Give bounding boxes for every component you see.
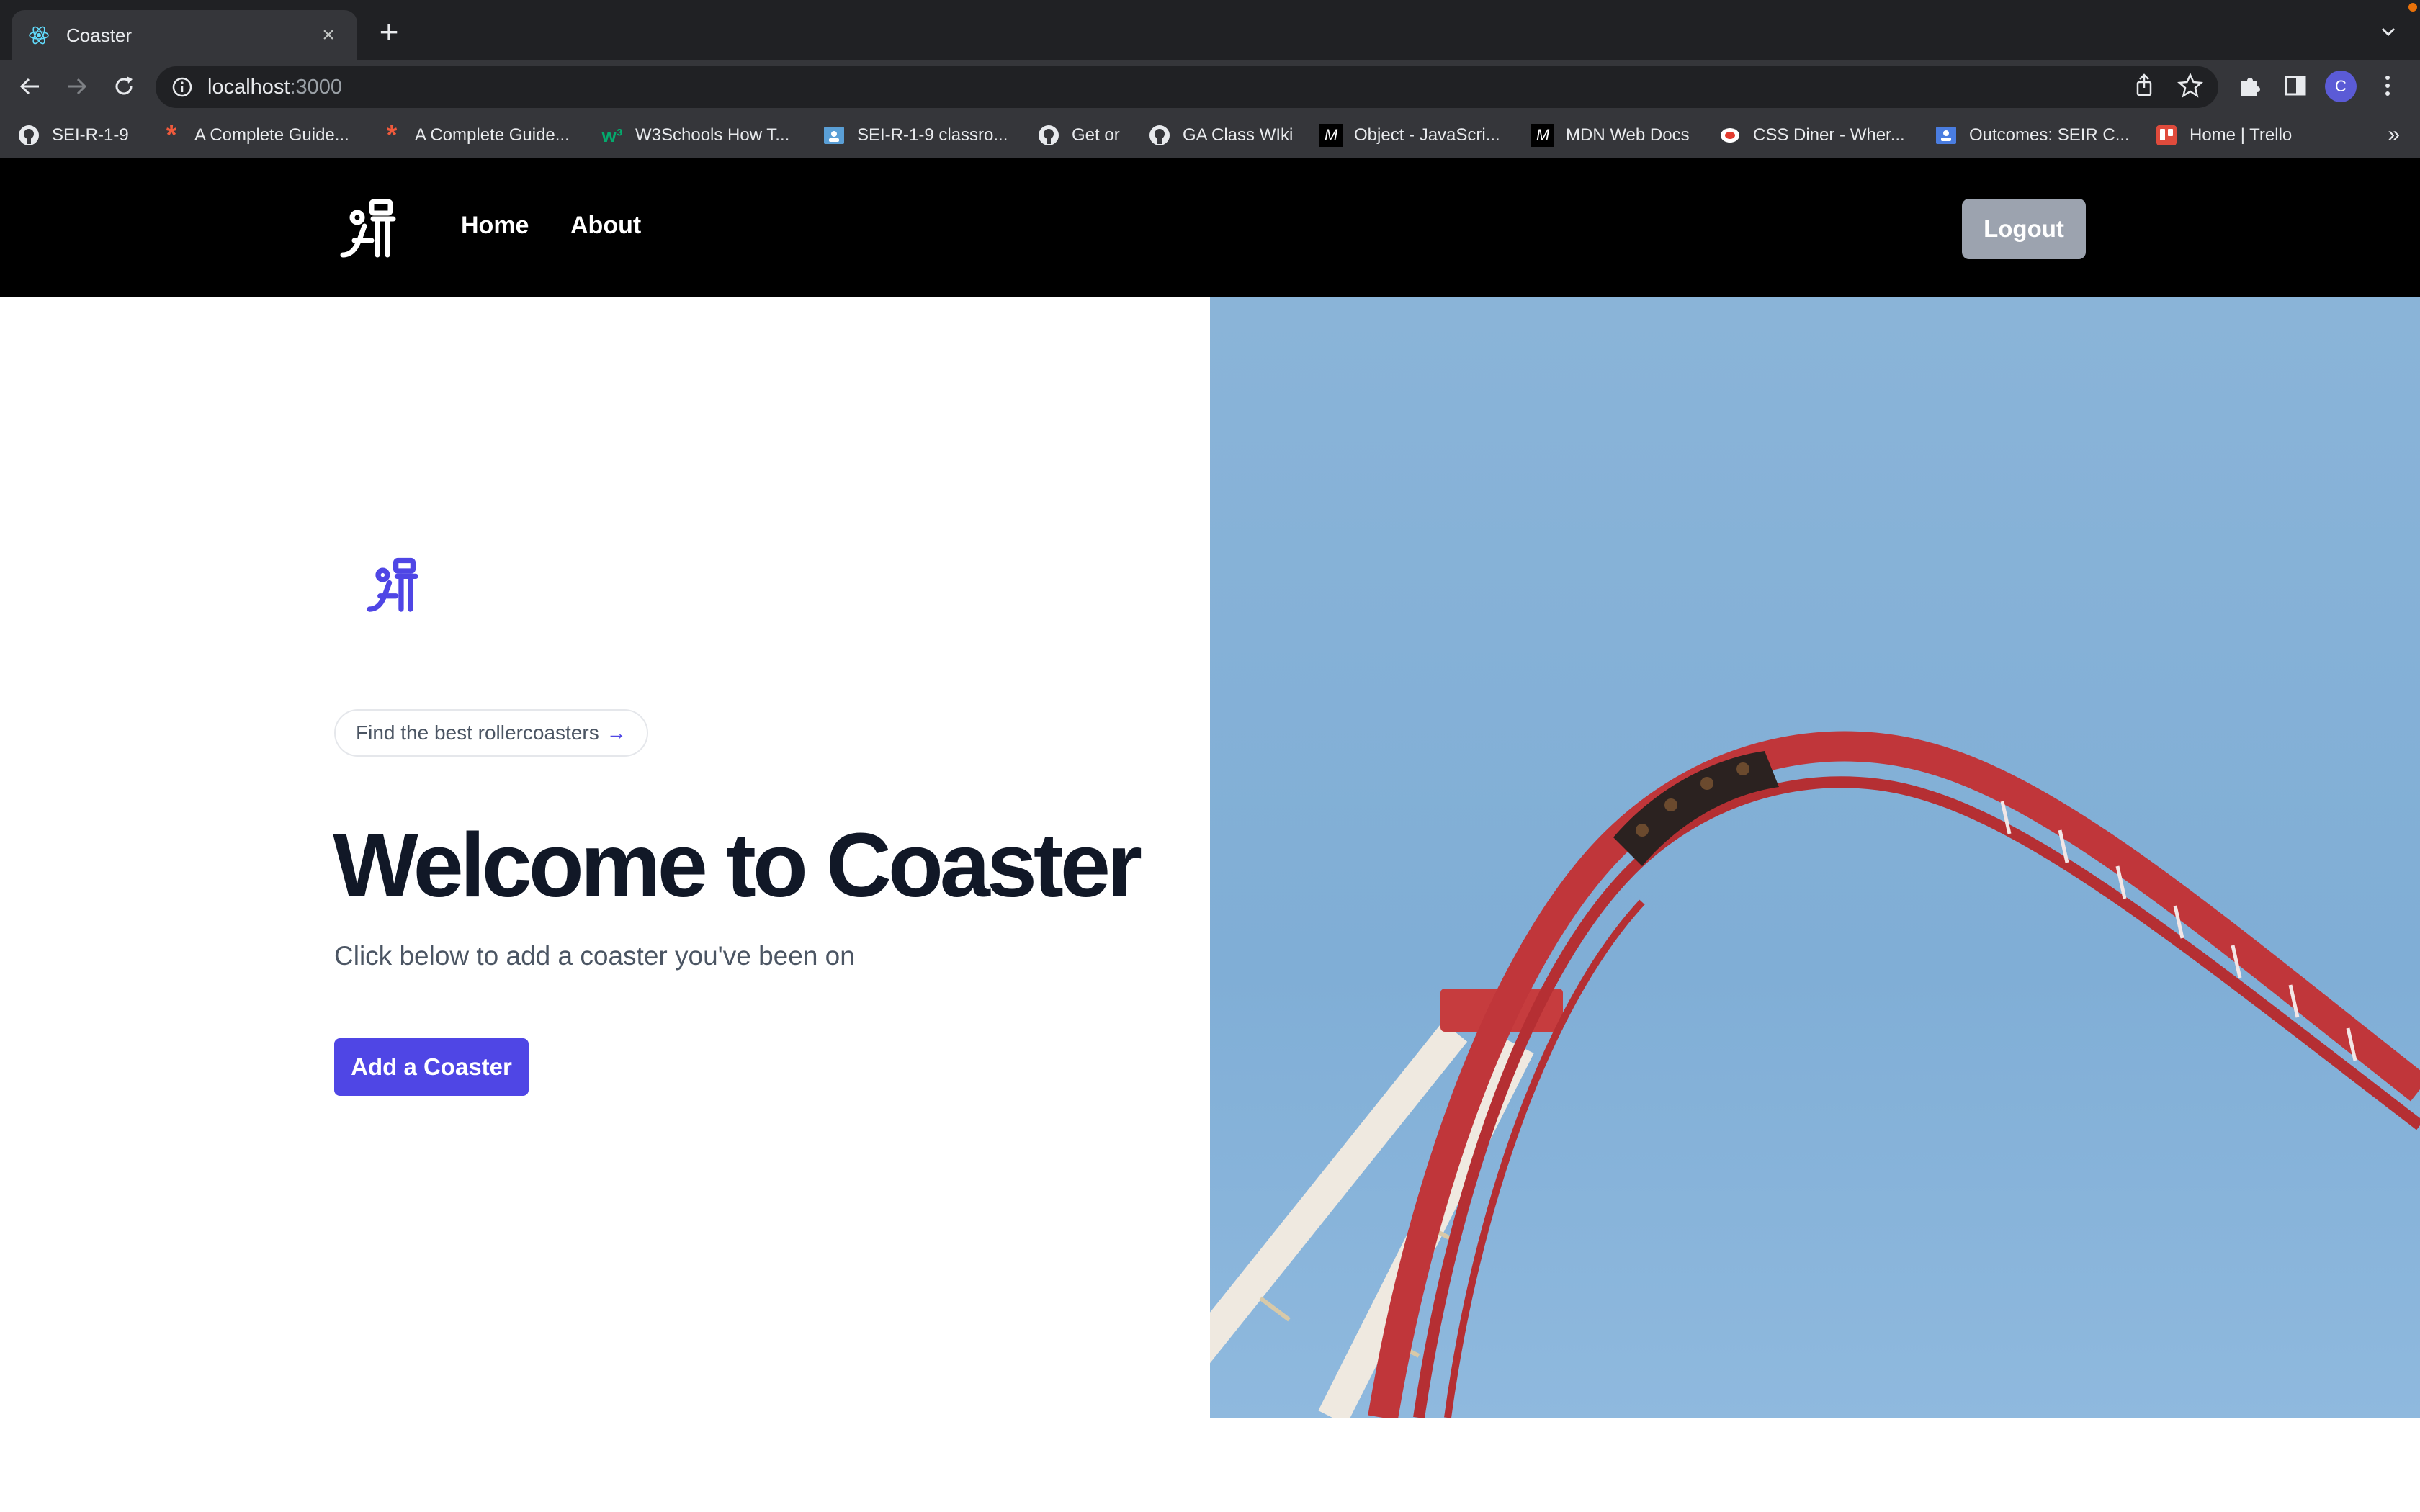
bookmark-label: MDN Web Docs: [1566, 125, 1690, 145]
bookmark-item[interactable]: M Object - JavaScri...: [1319, 120, 1500, 151]
github-icon: [17, 124, 40, 147]
bookmark-label: GA Class WIki: [1183, 125, 1294, 145]
w3schools-icon: w³: [601, 124, 623, 146]
css-diner-icon: [1718, 124, 1742, 147]
rollercoaster-image: [1210, 297, 2420, 1418]
hero-image: [1210, 297, 2420, 1418]
notification-dot: [2408, 3, 2417, 12]
bookmark-item[interactable]: SEI-R-1-9 classro...: [823, 120, 1008, 151]
chevron-down-icon[interactable]: [2374, 17, 2403, 46]
share-icon[interactable]: [2126, 68, 2162, 104]
mdn-icon: M: [1319, 124, 1343, 147]
url-port: :3000: [290, 75, 343, 99]
asterisk-icon: *: [166, 120, 177, 150]
coaster-logo-icon: [367, 557, 418, 612]
bookmarks-overflow-button[interactable]: »: [2388, 122, 2400, 147]
arrow-right-icon: →: [606, 721, 627, 744]
new-tab-button[interactable]: +: [373, 15, 405, 48]
forward-arrow-icon[interactable]: [60, 71, 92, 102]
logout-button[interactable]: Logout: [1962, 199, 2086, 259]
hero-title: Welcome to Coaster: [333, 814, 1142, 916]
address-bar[interactable]: localhost:3000: [156, 66, 2218, 108]
site-info-icon[interactable]: [170, 75, 194, 99]
bookmark-item[interactable]: * A Complete Guide...: [160, 120, 349, 151]
nav-link-about[interactable]: About: [570, 212, 641, 240]
browser-toolbar: localhost:3000 C: [0, 60, 2420, 112]
bookmark-item[interactable]: * A Complete Guide...: [380, 120, 570, 151]
bookmark-item[interactable]: GA Class WIki: [1148, 120, 1293, 151]
react-icon: [29, 26, 49, 45]
bookmark-label: Object - JavaScri...: [1354, 125, 1500, 145]
browser-tab[interactable]: Coaster ×: [12, 10, 357, 60]
bookmark-label: CSS Diner - Wher...: [1753, 125, 1905, 145]
bookmark-item[interactable]: w³ W3Schools How T...: [601, 120, 790, 151]
hero-announcement-pill[interactable]: Find the best rollercoasters →: [334, 709, 648, 757]
bookmark-item[interactable]: Outcomes: SEIR C...: [1935, 120, 2130, 151]
bookmark-label: W3Schools How T...: [635, 125, 790, 145]
hero-content: Find the best rollercoasters → Welcome t…: [0, 297, 1210, 1418]
pill-text: Find the best rollercoasters: [356, 721, 599, 744]
mdn-icon: M: [1531, 124, 1554, 147]
nav-link-home[interactable]: Home: [461, 212, 529, 240]
side-panel-icon[interactable]: [2279, 69, 2312, 102]
extensions-puzzle-icon[interactable]: [2233, 69, 2266, 102]
add-coaster-button[interactable]: Add a Coaster: [334, 1038, 529, 1096]
bookmark-label: Get or: [1072, 125, 1120, 145]
trello-icon: [2155, 124, 2178, 147]
bookmark-item[interactable]: M MDN Web Docs: [1531, 120, 1690, 151]
reload-icon[interactable]: [108, 71, 140, 102]
site-navbar: Home About Logout: [0, 158, 2420, 297]
bookmark-label: A Complete Guide...: [194, 125, 349, 145]
bookmark-label: Outcomes: SEIR C...: [1969, 125, 2130, 145]
bookmark-item[interactable]: SEI-R-1-9: [17, 120, 129, 151]
close-tab-icon[interactable]: ×: [315, 23, 341, 48]
more-vertical-icon[interactable]: [2371, 69, 2404, 102]
classroom-icon: [823, 124, 846, 147]
coaster-logo-icon[interactable]: [336, 197, 402, 264]
bookmark-item[interactable]: Get or: [1037, 120, 1120, 151]
browser-tab-strip: Coaster × +: [0, 0, 2420, 60]
bookmark-label: Home | Trello: [2190, 125, 2293, 145]
bookmark-item[interactable]: Home | Trello: [2155, 120, 2292, 151]
profile-avatar[interactable]: C: [2325, 71, 2357, 102]
asterisk-icon: *: [386, 120, 398, 150]
outcomes-icon: [1935, 124, 1958, 147]
bookmark-star-icon[interactable]: [2172, 68, 2208, 104]
tab-title: Coaster: [66, 24, 133, 46]
hero-subtitle: Click below to add a coaster you've been…: [334, 941, 855, 971]
bookmark-label: SEI-R-1-9: [52, 125, 129, 145]
url-host: localhost: [207, 75, 290, 99]
back-arrow-icon[interactable]: [14, 71, 46, 102]
bookmarks-bar: SEI-R-1-9 * A Complete Guide... * A Comp…: [0, 112, 2420, 158]
bookmark-label: SEI-R-1-9 classro...: [857, 125, 1008, 145]
github-icon: [1148, 124, 1171, 147]
github-icon: [1037, 124, 1060, 147]
bookmark-label: A Complete Guide...: [415, 125, 570, 145]
page-bottom-space: [0, 1418, 2420, 1512]
bookmark-item[interactable]: CSS Diner - Wher...: [1718, 120, 1905, 151]
